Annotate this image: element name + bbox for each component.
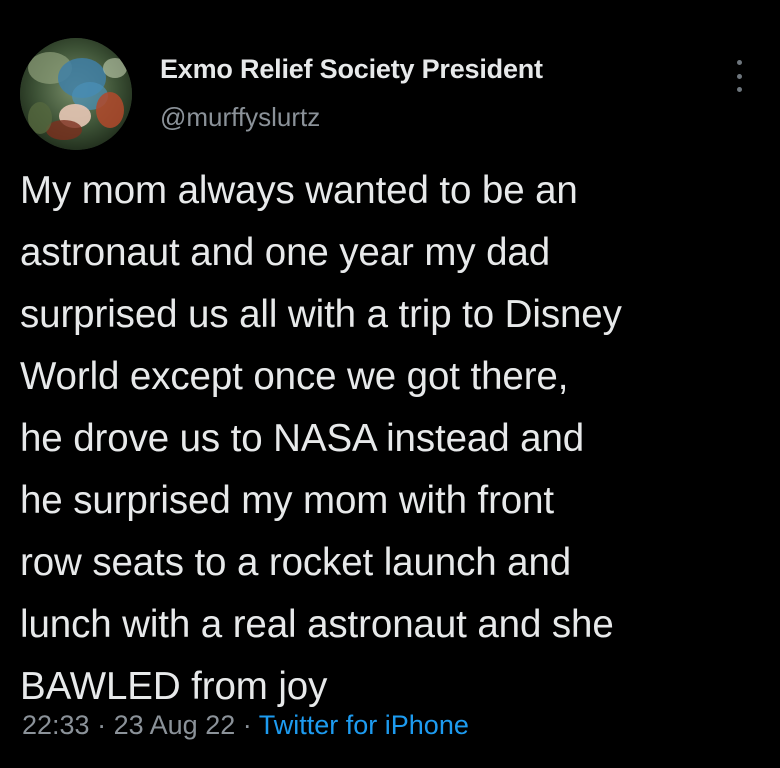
more-dot	[736, 73, 742, 79]
display-name[interactable]: Exmo Relief Society President	[160, 54, 543, 85]
user-handle[interactable]: @murffyslurtz	[160, 102, 320, 133]
tweet-source-link[interactable]: Twitter for iPhone	[259, 710, 469, 740]
tweet-meta: 22:33 · 23 Aug 22 · Twitter for iPhone	[22, 710, 469, 741]
tweet-card: Exmo Relief Society President @murffyslu…	[0, 0, 780, 768]
more-dot	[736, 60, 742, 65]
avatar[interactable]	[20, 38, 132, 150]
meta-separator: ·	[97, 710, 107, 740]
tweet-text: My mom always wanted to be an astronaut …	[20, 169, 622, 708]
tweet-time[interactable]: 22:33	[22, 710, 90, 740]
more-dot	[736, 87, 742, 92]
tweet-date[interactable]: 23 Aug 22	[114, 710, 236, 740]
more-vertical-icon[interactable]	[724, 56, 754, 96]
avatar-photo	[20, 38, 132, 150]
meta-separator: ·	[242, 710, 252, 740]
